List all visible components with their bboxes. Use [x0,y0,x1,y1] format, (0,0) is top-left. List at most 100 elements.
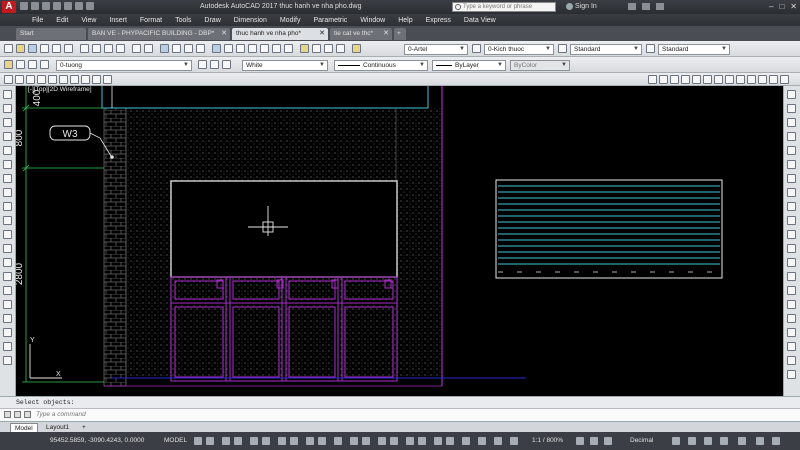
grid-icon[interactable] [194,437,202,445]
fillet-icon[interactable] [787,300,796,309]
array-icon[interactable] [787,146,796,155]
drawing-canvas[interactable]: 400 800 2800 W3 Y X [-][Top][2D Wirefram… [16,86,783,396]
command-input[interactable]: Type a command [0,408,800,421]
add-selected-icon[interactable] [3,356,12,365]
workspace-icon[interactable] [462,437,470,445]
polyline-icon[interactable] [3,118,12,127]
spline-icon[interactable] [3,202,12,211]
lock-ui-icon[interactable] [688,437,696,445]
save-as-icon[interactable] [53,2,61,10]
annotation-scale-readout[interactable]: 1:1 / 800% [532,437,563,444]
view-back-icon[interactable] [703,75,712,84]
menu-format[interactable]: Format [140,17,162,24]
menu-edit[interactable]: Edit [56,17,68,24]
properties-icon[interactable] [212,44,221,53]
ortho-icon[interactable] [250,437,258,445]
edit-polyline-icon[interactable] [787,342,796,351]
annotative-style-dropdown[interactable]: 0-Artel ▼ [404,44,468,55]
isolate-objects-icon[interactable] [604,437,612,445]
make-object-layer-current-icon[interactable] [198,60,207,69]
gradient-icon[interactable] [3,300,12,309]
plotstyle-dropdown[interactable]: ByColor ▼ [510,60,570,71]
ucs-icon[interactable] [780,75,789,84]
menu-dimension[interactable]: Dimension [234,17,267,24]
ellipse-arc-icon[interactable] [3,230,12,239]
save-icon[interactable] [28,44,37,53]
explode-icon[interactable] [787,328,796,337]
table-style-dropdown[interactable]: Standard ▼ [658,44,730,55]
save-icon[interactable] [42,2,50,10]
rotate-icon[interactable] [787,174,796,183]
polar-icon[interactable] [262,437,270,445]
move-icon[interactable] [787,160,796,169]
menu-file[interactable]: File [32,17,43,24]
tool-palettes-icon[interactable] [236,44,245,53]
layer-previous-icon[interactable] [210,60,219,69]
tab-model[interactable]: Model [10,423,38,432]
undo-icon[interactable] [132,44,141,53]
units-readout[interactable]: Decimal [630,437,653,444]
rectangle-icon[interactable] [3,146,12,155]
color-dropdown[interactable]: White ▼ [242,60,328,71]
autodesk-360-icon[interactable] [642,3,650,10]
close-icon[interactable]: ✕ [319,28,325,40]
annotation-monitor-icon[interactable] [478,437,486,445]
make-current-icon[interactable] [324,44,333,53]
offset-icon[interactable] [787,132,796,141]
coordinates-readout[interactable]: 95452.5859, -3090.4243, 0.0000 [50,437,144,444]
hatch-icon[interactable] [3,286,12,295]
menu-modify[interactable]: Modify [280,17,301,24]
extend-icon[interactable] [787,230,796,239]
clean-screen-icon[interactable] [720,437,728,445]
arc-length-icon[interactable] [26,75,35,84]
tab-layout1[interactable]: Layout1 [42,423,73,432]
quick-dimension-icon[interactable] [81,75,90,84]
linetype-dropdown[interactable]: Continuous ▼ [334,60,428,71]
zoom-previous-icon[interactable] [196,44,205,53]
snap-icon[interactable] [206,437,214,445]
revision-cloud-icon[interactable] [3,188,12,197]
view-top-icon[interactable] [648,75,657,84]
sign-in-button[interactable]: Sign In [575,3,597,10]
ellipse-icon[interactable] [3,216,12,225]
object-snap-icon[interactable] [306,437,314,445]
layer-properties-icon[interactable] [300,44,309,53]
open-icon[interactable] [31,2,39,10]
camera-icon[interactable] [758,75,767,84]
dimension-style-icon[interactable] [472,44,481,53]
menu-view[interactable]: View [81,17,96,24]
mirror-icon[interactable] [787,118,796,127]
named-views-icon[interactable] [769,75,778,84]
cut-icon[interactable] [80,44,89,53]
text-style-icon[interactable] [352,44,361,53]
break-icon[interactable] [787,258,796,267]
redo-icon[interactable] [86,2,94,10]
new-tab-button[interactable]: + [394,28,406,40]
arc-icon[interactable] [3,160,12,169]
help-icon[interactable] [656,3,664,10]
view-front-icon[interactable] [692,75,701,84]
continue-icon[interactable] [103,75,112,84]
isodraft-icon[interactable] [278,437,286,445]
autocad-logo-icon[interactable]: A [2,1,16,13]
publish-icon[interactable] [64,44,73,53]
layer-state-icon[interactable] [222,60,231,69]
layer-lock-icon[interactable] [40,60,49,69]
maximize-button[interactable]: □ [779,2,784,11]
paste-icon[interactable] [104,44,113,53]
infer-constraints-icon[interactable] [222,437,230,445]
minimize-button[interactable]: – [769,2,773,11]
region-icon[interactable] [3,314,12,323]
stretch-icon[interactable] [787,202,796,211]
break-at-point-icon[interactable] [787,244,796,253]
draworder-icon[interactable] [787,370,796,379]
undo-icon[interactable] [75,2,83,10]
quickcalc-icon[interactable] [272,44,281,53]
aligned-dimension-icon[interactable] [15,75,24,84]
angular-icon[interactable] [70,75,79,84]
construction-line-icon[interactable] [3,104,12,113]
copy-object-icon[interactable] [787,104,796,113]
customize-icon[interactable] [14,411,21,418]
object-snap-tracking-icon[interactable] [290,437,298,445]
zoom-realtime-icon[interactable] [172,44,181,53]
